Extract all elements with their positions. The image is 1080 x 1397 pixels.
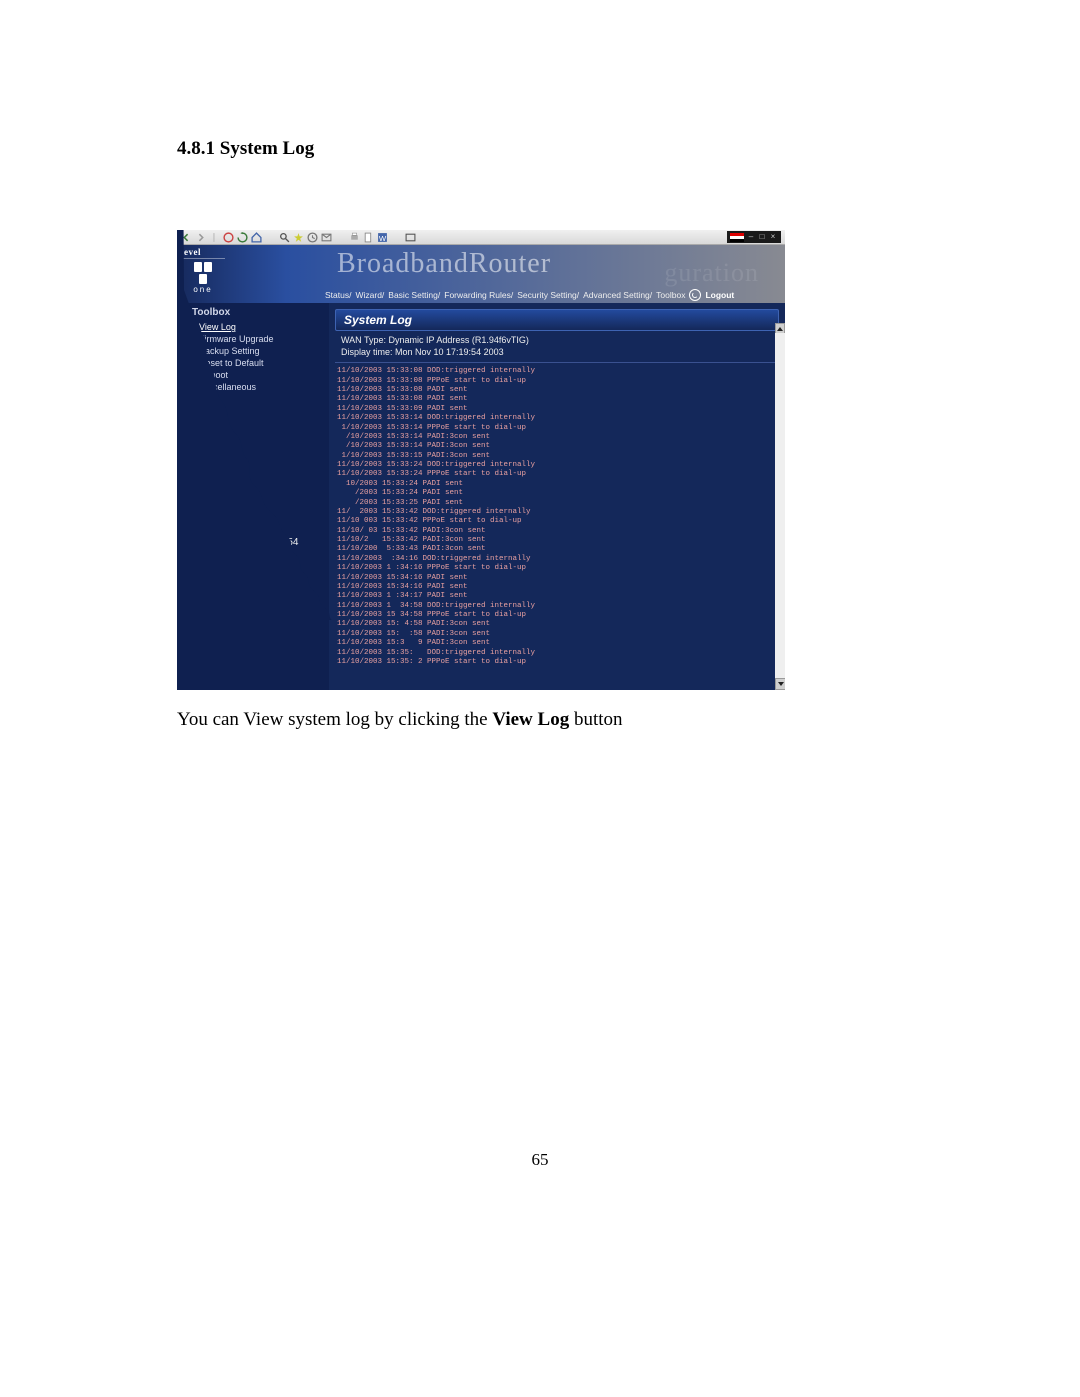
sidebar-item-view-log[interactable]: View Log	[181, 321, 325, 333]
logout-link[interactable]: Logout	[705, 290, 734, 300]
refresh-icon[interactable]	[689, 289, 701, 301]
page-title: BroadbandRouter	[337, 248, 551, 280]
close-icon[interactable]: ×	[769, 233, 777, 241]
content-pane: System Log WAN Type: Dynamic IP Address …	[329, 303, 785, 690]
maximize-icon[interactable]: □	[758, 233, 766, 241]
back-icon[interactable]	[181, 232, 192, 243]
sep-icon	[391, 232, 402, 243]
caption-pre: You can View system log by clicking the	[177, 709, 492, 730]
divider	[335, 362, 779, 363]
stop-icon[interactable]	[223, 232, 234, 243]
chevron-right-icon	[191, 336, 195, 342]
wan-type-line: WAN Type: Dynamic IP Address (R1.94f6vTI…	[335, 334, 779, 346]
sidebar: Toolbox View Log Firmware Upgrade Backup…	[177, 303, 329, 690]
sidebar-item-label: Backup Setting	[199, 346, 260, 356]
sidebar-item-backup-setting[interactable]: Backup Setting	[181, 345, 325, 357]
search-icon[interactable]	[279, 232, 290, 243]
current-time-block: Current Time 11/10/2003 17:19:54	[181, 523, 325, 548]
content-header: System Log	[335, 309, 779, 331]
logo: level one	[181, 247, 225, 294]
sidebar-item-label: Reboot	[199, 370, 228, 380]
chevron-right-icon	[191, 348, 195, 354]
router-admin-screenshot: W – □ × level one BroadbandRo	[177, 230, 785, 690]
sidebar-item-reboot[interactable]: Reboot	[181, 369, 325, 381]
scroll-down-button[interactable]	[775, 678, 785, 690]
crumb[interactable]: Status/	[325, 290, 351, 300]
content-scrollbar[interactable]	[775, 323, 785, 690]
refresh-icon[interactable]	[237, 232, 248, 243]
sep-icon	[335, 232, 346, 243]
crumb[interactable]: Wizard/	[355, 290, 384, 300]
sidebar-item-label: View Log	[199, 322, 236, 332]
sidebar-item-reset-to-default[interactable]: Reset to Default	[181, 357, 325, 369]
sidebar-item-firmware-upgrade[interactable]: Firmware Upgrade	[181, 333, 325, 345]
logo-icon	[190, 260, 216, 284]
logo-text-top: level	[181, 247, 225, 259]
caption-bold: View Log	[492, 709, 569, 730]
page-number: 65	[0, 1150, 1080, 1170]
chevron-right-icon	[191, 372, 195, 378]
current-time-label: Current Time	[181, 523, 325, 534]
crumb[interactable]: Basic Setting/	[388, 290, 440, 300]
sep-icon	[265, 232, 276, 243]
svg-text:W: W	[379, 233, 387, 242]
ghost-text: guration	[664, 258, 759, 288]
flag-icon	[730, 233, 744, 242]
crumb[interactable]: Forwarding Rules/	[444, 290, 513, 300]
current-time-value: 11/10/2003 17:19:54	[181, 537, 325, 548]
edit-icon[interactable]	[363, 232, 374, 243]
sidebar-item-miscellaneous[interactable]: Miscellaneous	[181, 381, 325, 393]
word-icon[interactable]: W	[377, 232, 388, 243]
sidebar-item-label: Miscellaneous	[199, 382, 256, 392]
crumb[interactable]: Toolbox	[656, 290, 685, 300]
section-title: 4.8.1 System Log	[177, 138, 903, 160]
breadcrumb: Status/ Wizard/ Basic Setting/ Forwardin…	[325, 289, 779, 301]
display-time-line: Display time: Mon Nov 10 17:19:54 2003	[335, 346, 779, 358]
sidebar-item-label: Reset to Default	[199, 358, 264, 368]
caption-post: button	[569, 709, 622, 730]
print-icon[interactable]	[349, 232, 360, 243]
mail-icon[interactable]	[321, 232, 332, 243]
caption: You can View system log by clicking the …	[177, 708, 903, 733]
toolbox-icon	[181, 309, 189, 317]
history-icon[interactable]	[307, 232, 318, 243]
crumb[interactable]: Security Setting/	[517, 290, 579, 300]
sidebar-item-label: Firmware Upgrade	[199, 334, 274, 344]
scroll-track[interactable]	[775, 333, 785, 680]
sidebar-header-label: Toolbox	[192, 307, 230, 318]
home-icon[interactable]	[251, 232, 262, 243]
logo-text-bottom: one	[181, 285, 225, 294]
minimize-icon[interactable]: –	[747, 233, 755, 241]
chevron-right-icon	[191, 360, 195, 366]
window-controls: – □ ×	[727, 231, 781, 243]
forward-icon[interactable]	[195, 232, 206, 243]
log-lines: 11/10/2003 15:33:08 DOD:triggered intern…	[337, 367, 777, 667]
crumb[interactable]: Advanced Setting/	[583, 290, 652, 300]
favorites-icon[interactable]	[293, 232, 304, 243]
browser-toolbar: W – □ ×	[177, 230, 785, 245]
sep-icon	[209, 232, 220, 243]
chevron-right-icon	[191, 384, 195, 390]
header-banner: level one BroadbandRouter guration Statu…	[177, 245, 785, 303]
system-log-output: 11/10/2003 15:33:08 DOD:triggered intern…	[335, 367, 779, 667]
tool-icon[interactable]	[405, 232, 416, 243]
sidebar-header: Toolbox	[181, 307, 325, 318]
chevron-right-icon	[191, 324, 195, 330]
